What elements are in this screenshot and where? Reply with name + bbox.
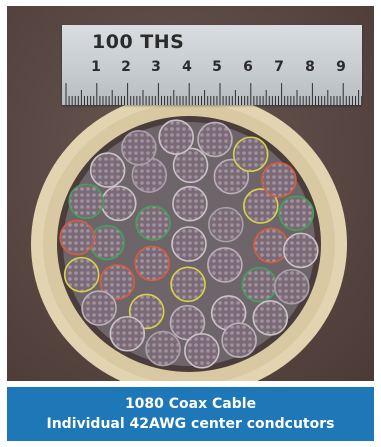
conductor (121, 130, 157, 166)
conductor (145, 330, 181, 367)
conductor (134, 245, 170, 282)
conductor (208, 206, 244, 243)
conductor (283, 232, 319, 269)
conductor (135, 205, 171, 241)
conductor (81, 290, 117, 326)
ruler-ticks (65, 83, 362, 105)
conductor (63, 256, 100, 293)
ruler-title: 100 THS (92, 31, 185, 53)
ruler-numbers: 1 2 3 4 5 6 7 8 9 (62, 59, 362, 79)
conductor (68, 183, 105, 220)
ruler-number: 3 (151, 59, 161, 75)
caption: 1080 Coax Cable Individual 42AWG center … (7, 387, 374, 441)
conductor (89, 224, 125, 261)
conductor (109, 315, 146, 352)
ruler-number: 5 (212, 59, 222, 75)
conductor (59, 219, 95, 256)
conductor (232, 136, 269, 173)
conductor (170, 266, 206, 303)
conductor (273, 268, 310, 305)
ruler-number: 6 (243, 59, 253, 75)
conductor (252, 300, 289, 336)
ruler-number: 2 (121, 59, 131, 75)
caption-title: 1080 Coax Cable (124, 396, 257, 412)
conductor (171, 226, 207, 262)
figure: 100 THS 1 2 3 4 5 6 7 8 9 1080 Coax Cabl… (0, 0, 381, 447)
conductor (197, 121, 233, 158)
conductor (241, 266, 278, 303)
conductor (253, 227, 289, 264)
conductor (100, 185, 137, 222)
ruler-number: 7 (274, 59, 284, 75)
conductor (158, 119, 194, 155)
conductor (207, 247, 243, 283)
ruler-number: 1 (91, 59, 101, 75)
conductor (221, 322, 257, 358)
ruler-number: 4 (182, 59, 192, 75)
ruler: 100 THS 1 2 3 4 5 6 7 8 9 (62, 25, 362, 105)
conductor (278, 195, 315, 232)
caption-subtitle: Individual 42AWG center condcutors (46, 416, 335, 432)
cable-cross-section-photo: 100 THS 1 2 3 4 5 6 7 8 9 (7, 6, 374, 381)
conductor (184, 333, 220, 369)
ruler-number: 9 (336, 59, 346, 75)
conductor (261, 162, 297, 198)
conductor (89, 152, 126, 188)
ruler-number: 8 (305, 59, 315, 75)
conductor (172, 185, 208, 222)
